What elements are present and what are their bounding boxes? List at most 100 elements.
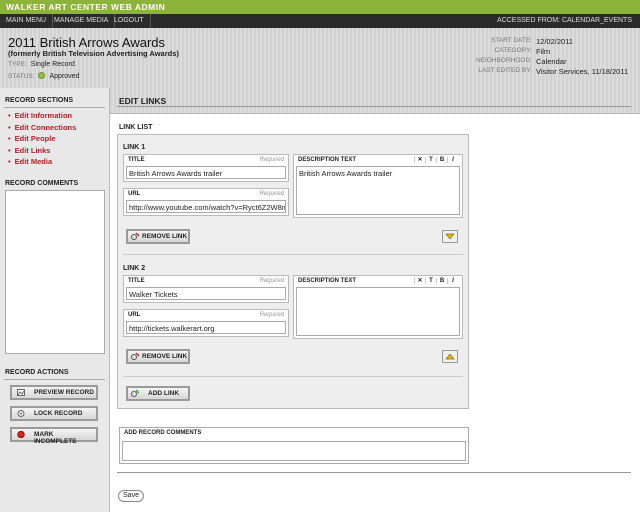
meta-key: START DATE:: [490, 37, 532, 44]
arrow-up-icon: [445, 353, 455, 360]
link-1-url-input[interactable]: http://www.youtube.com/watch?v=Ryct6Z2W8…: [126, 200, 286, 213]
status-dot-icon: [38, 72, 46, 79]
sidebar-item-edit-links[interactable]: • Edit Links: [8, 146, 76, 158]
link-list-label: LINK LIST: [119, 124, 153, 131]
add-link-label: ADD LINK: [148, 390, 180, 397]
description-label: DESCRIPTION TEXT: [298, 278, 357, 284]
required-label: Required: [259, 278, 284, 284]
save-button[interactable]: Save: [118, 490, 144, 502]
status-value: Approved: [49, 73, 80, 80]
nav-main-menu[interactable]: MAIN MENU: [0, 14, 54, 28]
sidebar: RECORD SECTIONS • Edit Information • Edit …: [0, 88, 110, 512]
remove-link-label: REMOVE LINK: [142, 353, 188, 360]
lock-record-button[interactable]: LOCK RECORD: [10, 406, 98, 421]
meta-key: NEIGHBORHOOD:: [476, 57, 532, 64]
nav-logout[interactable]: LOGOUT: [108, 14, 151, 28]
move-up-button[interactable]: [442, 350, 458, 363]
text-format-button[interactable]: T: [425, 157, 436, 163]
format-toolbar: ✕ T B I: [414, 156, 458, 163]
clear-format-button[interactable]: ✕: [414, 156, 425, 163]
record-comments-box[interactable]: [5, 190, 105, 354]
page-title: EDIT LINKS: [119, 96, 167, 106]
remove-link-icon: [131, 232, 139, 240]
add-link-icon: [131, 389, 139, 397]
link-2-url-field: URL Required http://tickets.walkerart.or…: [123, 309, 289, 337]
remove-link-2-button[interactable]: REMOVE LINK: [126, 349, 190, 364]
record-status-row: STATUS: Approved: [8, 72, 79, 80]
divider: [117, 472, 631, 473]
link-2-description-input[interactable]: [296, 287, 460, 336]
divider: [117, 106, 631, 107]
description-label: DESCRIPTION TEXT: [298, 157, 357, 163]
required-label: Required: [259, 191, 284, 197]
link-2-description-field: DESCRIPTION TEXT ✕ T B I: [293, 275, 463, 339]
meta-value: Visitor Services, 11/18/2011: [536, 67, 629, 76]
italic-button[interactable]: I: [447, 157, 458, 163]
bold-button[interactable]: B: [436, 278, 447, 284]
link-1-title-input[interactable]: British Arrows Awards trailer: [126, 166, 286, 179]
link-1-url-field: URL Required http://www.youtube.com/watc…: [123, 188, 289, 216]
arrow-down-icon: [445, 233, 455, 240]
link-1-title-field: TITLE Required British Arrows Awards tra…: [123, 154, 289, 182]
preview-icon: [17, 389, 25, 396]
action-label: PREVIEW RECORD: [34, 389, 94, 396]
type-label: TYPE:: [8, 61, 27, 68]
italic-button[interactable]: I: [447, 278, 458, 284]
divider: [4, 107, 105, 108]
add-link-button[interactable]: ADD LINK: [126, 386, 190, 401]
sidebar-item-label: Edit Links: [14, 145, 51, 155]
divider: [123, 376, 463, 377]
divider: [123, 254, 463, 255]
text-format-button[interactable]: T: [425, 278, 436, 284]
meta-value: Film: [536, 47, 551, 56]
move-down-button[interactable]: [442, 230, 458, 243]
sidebar-item-edit-information[interactable]: • Edit Information: [8, 111, 76, 123]
add-record-comments-input[interactable]: [122, 441, 466, 461]
divider: [4, 379, 105, 380]
title-label: TITLE: [128, 278, 145, 284]
action-label: LOCK RECORD: [34, 410, 83, 417]
bold-button[interactable]: B: [436, 157, 447, 163]
url-label: URL: [128, 312, 141, 318]
add-comments-label: ADD RECORD COMMENTS: [124, 430, 202, 436]
action-label: MARK INCOMPLETE: [34, 431, 77, 445]
app-title: WALKER ART CENTER WEB ADMIN: [6, 2, 166, 12]
add-record-comments-field: ADD RECORD COMMENTS: [119, 427, 469, 464]
sections-title: RECORD SECTIONS: [5, 97, 74, 104]
sidebar-item-label: Edit Information: [14, 111, 73, 120]
sidebar-item-edit-people[interactable]: • Edit People: [8, 134, 76, 146]
top-nav: MAIN MENU MANAGE MEDIA LOGOUT ACCESSED F…: [0, 14, 640, 28]
record-subtitle: (formerly British Television Advertising…: [8, 49, 179, 58]
record-meta: START DATE: 12/02/2011 CATEGORY: Film NEIG…: [432, 37, 632, 77]
app-title-bar: WALKER ART CENTER WEB ADMIN: [0, 0, 640, 14]
red-dot-icon: [17, 431, 25, 438]
sidebar-item-edit-connections[interactable]: • Edit Connections: [8, 123, 76, 135]
main-content: EDIT LINKS LINK LIST LINK 1 TITLE Requir…: [111, 88, 640, 512]
meta-value: 12/02/2011: [536, 37, 573, 46]
remove-link-icon: [131, 352, 139, 360]
remove-link-1-button[interactable]: REMOVE LINK: [126, 229, 190, 244]
sidebar-item-label: Edit People: [14, 134, 56, 144]
section-links: • Edit Information • Edit Connections • Edi…: [8, 111, 76, 169]
actions-title: RECORD ACTIONS: [5, 369, 69, 376]
link-2-url-input[interactable]: http://tickets.walkerart.org: [126, 321, 286, 334]
meta-key: CATEGORY:: [494, 47, 532, 54]
format-toolbar: ✕ T B I: [414, 277, 458, 284]
record-title: 2011 British Arrows Awards: [8, 35, 166, 50]
accessed-from: ACCESSED FROM: CALENDAR_EVENTS: [497, 17, 632, 24]
comments-title: RECORD COMMENTS: [5, 180, 79, 187]
link-2-heading: LINK 2: [123, 265, 146, 272]
link-2-title-input[interactable]: Walker Tickets: [126, 287, 286, 300]
nav-manage-media[interactable]: MANAGE MEDIA: [48, 14, 116, 28]
link-2-title-field: TITLE Required Walker Tickets: [123, 275, 289, 303]
link-1-description-field: DESCRIPTION TEXT ✕ T B I British Arrows Awa…: [293, 154, 463, 218]
link-1-description-input[interactable]: British Arrows Awards trailer: [296, 166, 460, 215]
clear-format-button[interactable]: ✕: [414, 277, 425, 284]
link-list: LINK 1 TITLE Required British Arrows Awa…: [117, 134, 469, 409]
mark-incomplete-button[interactable]: MARK INCOMPLETE: [10, 427, 98, 445]
sidebar-item-edit-media[interactable]: • Edit Media: [8, 157, 76, 169]
title-label: TITLE: [128, 157, 145, 163]
link-1-heading: LINK 1: [123, 144, 146, 151]
preview-record-button[interactable]: PREVIEW RECORD: [10, 385, 98, 400]
required-label: Required: [259, 157, 284, 163]
